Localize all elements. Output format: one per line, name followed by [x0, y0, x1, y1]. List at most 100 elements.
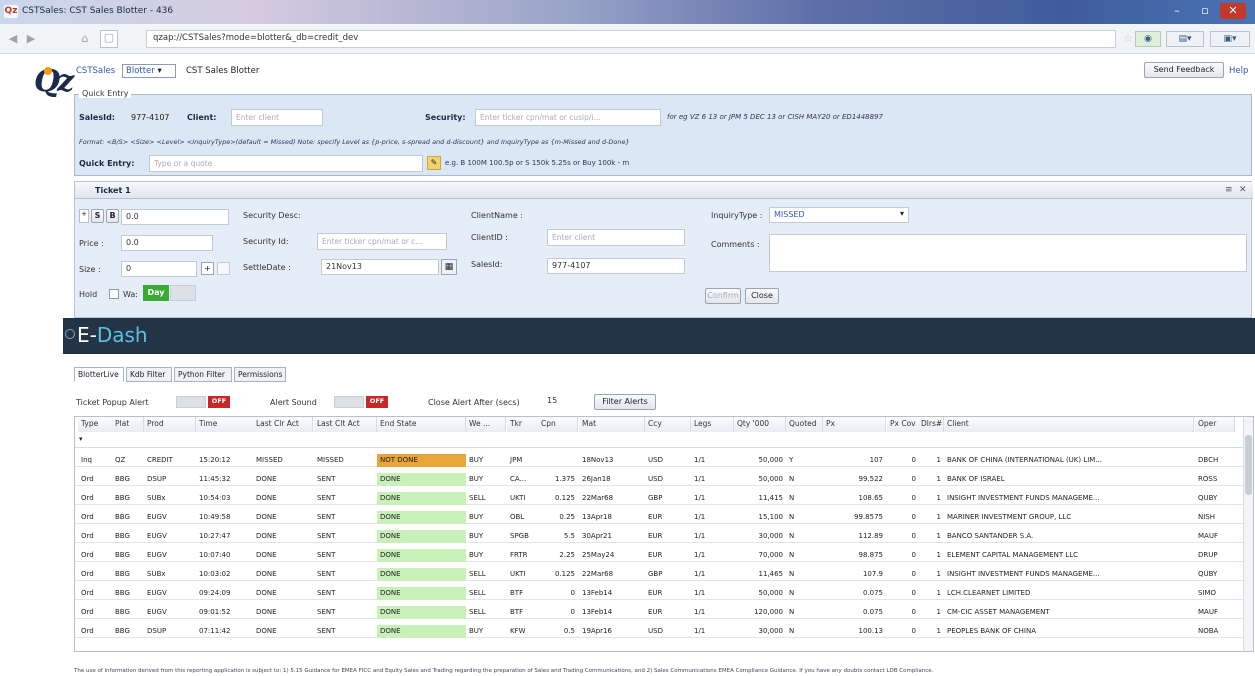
day-toggle-on[interactable]: Day	[143, 285, 169, 301]
table-row[interactable]: Ord BBG EUGV 10:27:47 DONE SENT DONE BUY SPGB 5.5…	[75, 530, 1253, 543]
filter-alerts-button[interactable]: Filter Alerts	[594, 394, 656, 410]
security-input[interactable]: Enter ticker cpn/mat or cusip/i...	[475, 109, 661, 126]
column-header[interactable]: Px	[823, 417, 886, 432]
column-header[interactable]: We ...	[466, 417, 506, 432]
size-increment-icon[interactable]: +	[201, 262, 214, 275]
forward-icon[interactable]: ▶	[24, 32, 38, 46]
extension-icon[interactable]: ◉	[1135, 31, 1161, 47]
table-row[interactable]: Ord BBG EUGV 09:24:09 DONE SENT DONE SELL BTF 0 13…	[75, 587, 1253, 600]
size-input[interactable]: 0	[121, 261, 197, 277]
price-input[interactable]: 0.0	[121, 235, 213, 251]
help-link[interactable]: Help	[1229, 66, 1248, 76]
table-row[interactable]: Ord BBG SUBx 10:03:02 DONE SENT DONE SELL UKTI 0.…	[75, 568, 1253, 581]
column-header[interactable]: End State	[377, 417, 466, 432]
tab-permissions[interactable]: Permissions	[234, 367, 286, 382]
minimize-button[interactable]: –	[1164, 3, 1190, 19]
confirm-button[interactable]: Confirm	[705, 288, 741, 304]
star-icon[interactable]: ☆	[1121, 32, 1135, 46]
close-window-button[interactable]: ✕	[1220, 3, 1246, 19]
column-header[interactable]: Cpn	[538, 417, 578, 432]
grid-scrollbar[interactable]	[1243, 417, 1253, 651]
column-header[interactable]: Qty '000	[734, 417, 786, 432]
ticket-salesid-input[interactable]: 977-4107	[547, 258, 685, 274]
collapse-icon[interactable]: ≡	[1225, 185, 1233, 195]
close-button[interactable]: Close	[745, 288, 779, 304]
table-cell: DONE	[256, 608, 277, 616]
send-feedback-button[interactable]: Send Feedback	[1144, 62, 1224, 78]
client-input[interactable]: Enter client	[231, 109, 323, 126]
column-header[interactable]: Quoted	[786, 417, 823, 432]
side-sell-button[interactable]: S	[91, 209, 104, 223]
scrollbar-thumb[interactable]	[1245, 435, 1252, 495]
grid-filter-row[interactable]: ▾	[75, 432, 1253, 448]
table-row[interactable]: Ord BBG EUGV 10:07:40 DONE SENT DONE BUY FRTR 2.2…	[75, 549, 1253, 562]
alert-sound-toggle-track[interactable]	[334, 396, 364, 408]
table-cell: DONE	[377, 549, 466, 562]
inquiry-type-select[interactable]: MISSED ▾	[769, 207, 909, 223]
client-id-input[interactable]: Enter client	[547, 229, 685, 246]
table-row[interactable]: Ord BBG DSUP 11:45:32 DONE SENT DONE BUY CA... 1.…	[75, 473, 1253, 486]
qty-input[interactable]: 0.0	[121, 209, 229, 225]
maximize-button[interactable]: ▫	[1192, 3, 1218, 19]
day-toggle-off[interactable]	[170, 285, 196, 301]
table-cell: DONE	[377, 473, 466, 486]
size-extra-button[interactable]	[217, 262, 230, 275]
view-select[interactable]: Blotter ▾	[122, 64, 176, 78]
column-header[interactable]: Client	[944, 417, 1194, 432]
column-header[interactable]: Last Clr Act	[253, 417, 313, 432]
table-cell: 0.125	[554, 570, 575, 578]
column-header[interactable]: Legs	[691, 417, 734, 432]
page-icon[interactable]: ▢	[100, 30, 118, 48]
table-row[interactable]: Ord BBG EUGV 09:01:52 DONE SENT DONE SELL BTF 0 13…	[75, 606, 1253, 619]
tools-menu-icon[interactable]: ▣▾	[1210, 31, 1250, 47]
table-row[interactable]: Inq QZ CREDIT 15:20:12 MISSED MISSED NOT DONE B…	[75, 454, 1253, 467]
column-header[interactable]: Prod	[144, 417, 196, 432]
ticket-tab[interactable]: Ticket 1	[95, 186, 131, 195]
column-header[interactable]: Tkr	[507, 417, 539, 432]
security-id-input[interactable]: Enter ticker cpn/mat or c...	[317, 233, 447, 250]
close-after-input[interactable]: 15	[543, 394, 567, 409]
table-row[interactable]: Ord BBG DSUP 07:11:42 DONE SENT DONE BUY KFW 0.5 1…	[75, 625, 1253, 638]
popup-alert-toggle-track[interactable]	[176, 396, 206, 408]
column-header[interactable]: Type	[78, 417, 113, 432]
quick-entry-input[interactable]: Type or a quote	[149, 155, 423, 172]
address-bar[interactable]: qzap://CSTSales?mode=blotter&_db=credit_…	[146, 30, 1116, 48]
table-cell: GBP	[648, 494, 663, 502]
breadcrumb[interactable]: CSTSales	[76, 66, 115, 76]
alert-sound-off[interactable]: OFF	[366, 396, 388, 408]
table-cell: EUGV	[147, 589, 167, 597]
column-header[interactable]: Last Clt Act	[314, 417, 377, 432]
page-menu-icon[interactable]: ▤▾	[1166, 31, 1204, 47]
column-header[interactable]: Time	[196, 417, 254, 432]
comments-textarea[interactable]	[769, 234, 1247, 272]
column-header[interactable]: Dlrs#	[918, 417, 944, 432]
table-row[interactable]: Ord BBG SUBx 10:54:03 DONE SENT DONE SELL UKTI 0.…	[75, 492, 1253, 505]
tab-python-filter[interactable]: Python Filter	[174, 367, 232, 382]
filter-icon[interactable]: ▾	[79, 435, 83, 443]
settle-date-input[interactable]: 21Nov13	[321, 259, 439, 275]
hold-checkbox[interactable]	[109, 289, 119, 299]
calendar-icon[interactable]: ▦	[441, 259, 457, 275]
table-row[interactable]: Ord BBG EUGV 10:49:58 DONE SENT DONE BUY OBL 0.25…	[75, 511, 1253, 524]
column-header[interactable]: Mat	[579, 417, 645, 432]
table-cell: 0	[570, 608, 575, 616]
back-icon[interactable]: ◀	[6, 32, 20, 46]
column-header[interactable]: Px Cov	[887, 417, 919, 432]
column-header[interactable]: Ccy	[645, 417, 691, 432]
tab-blotterlive[interactable]: BlotterLive	[74, 367, 124, 382]
column-header[interactable]: Oper	[1195, 417, 1235, 432]
quote-edit-icon[interactable]: ✎	[427, 156, 441, 170]
table-cell: 1/1	[694, 532, 706, 540]
close-ticket-icon[interactable]: ✕	[1239, 185, 1247, 195]
blotter-grid: Type Plat Prod Time Last Clr Act Last Clt Act…	[74, 416, 1254, 652]
table-cell: 99.522	[858, 475, 884, 483]
table-cell: 22Mar68	[582, 494, 614, 502]
table-cell: DSUP	[147, 627, 167, 635]
side-buy-button[interactable]: B	[106, 209, 119, 223]
side-toggle-button[interactable]: +	[79, 209, 89, 223]
column-header[interactable]: Plat	[112, 417, 144, 432]
tab-kdb-filter[interactable]: Kdb Filter	[126, 367, 172, 382]
table-cell: ROSS	[1198, 475, 1218, 483]
home-icon[interactable]: ⌂	[78, 32, 92, 46]
popup-alert-off[interactable]: OFF	[208, 396, 230, 408]
